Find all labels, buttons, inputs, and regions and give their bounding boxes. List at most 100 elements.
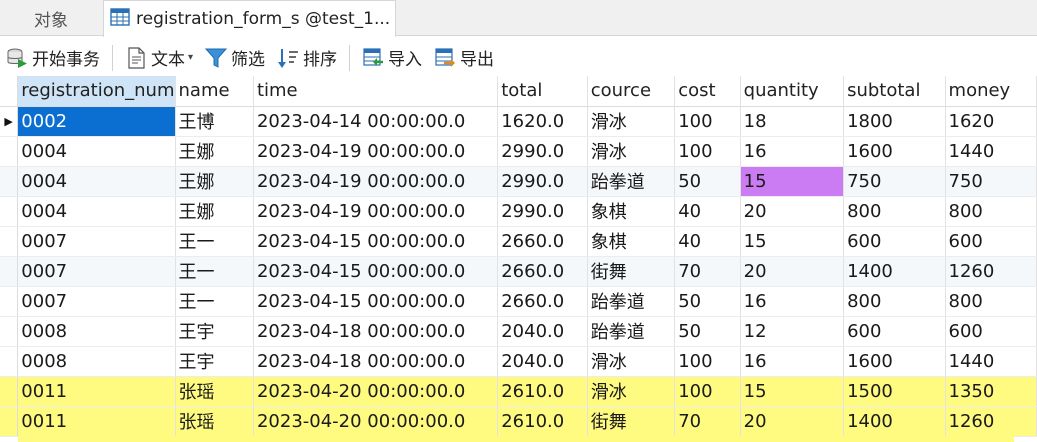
- table-cell[interactable]: 王宇: [175, 346, 254, 377]
- table-cell[interactable]: 600: [843, 226, 946, 257]
- table-cell[interactable]: 12: [740, 316, 845, 347]
- table-cell[interactable]: 600: [843, 316, 946, 347]
- table-cell[interactable]: 王一: [175, 286, 254, 317]
- table-cell[interactable]: 1260: [945, 256, 1037, 287]
- import-button[interactable]: 导入: [356, 42, 428, 74]
- sort-button[interactable]: 排序: [271, 42, 343, 74]
- table-cell[interactable]: 跆拳道: [587, 166, 676, 197]
- table-cell[interactable]: 王娜: [175, 136, 254, 167]
- table-cell[interactable]: 0007: [17, 226, 176, 257]
- row-header[interactable]: [0, 196, 19, 227]
- table-cell[interactable]: 15: [740, 376, 845, 407]
- table-cell[interactable]: 2023-04-15 00:00:00.0: [253, 226, 499, 257]
- row-header[interactable]: [0, 376, 19, 407]
- column-header-name[interactable]: name: [175, 76, 254, 107]
- table-cell[interactable]: 70: [674, 406, 741, 437]
- table-cell[interactable]: 王宇: [175, 316, 254, 347]
- table-cell[interactable]: 0008: [17, 316, 176, 347]
- table-row[interactable]: 0007 王一 2023-04-15 00:00:00.0 2660.0 象棋 …: [0, 226, 1037, 257]
- table-cell[interactable]: 1620.0: [497, 106, 588, 137]
- table-cell[interactable]: 跆拳道: [587, 316, 676, 347]
- table-cell[interactable]: 王娜: [175, 166, 254, 197]
- data-grid[interactable]: registration_num name time total cource …: [0, 76, 1037, 442]
- table-cell[interactable]: 街舞: [587, 256, 676, 287]
- table-cell[interactable]: 王一: [175, 226, 254, 257]
- table-cell[interactable]: 2990.0: [497, 196, 588, 227]
- column-header-subtotal[interactable]: subtotal: [843, 76, 946, 107]
- table-cell[interactable]: 50: [674, 316, 741, 347]
- table-cell[interactable]: 40: [674, 226, 741, 257]
- table-cell[interactable]: 1400: [843, 256, 946, 287]
- table-cell[interactable]: 20: [740, 196, 845, 227]
- table-cell[interactable]: 2660.0: [497, 226, 588, 257]
- table-cell[interactable]: 50: [674, 286, 741, 317]
- table-cell[interactable]: 2023-04-18 00:00:00.0: [253, 346, 499, 377]
- table-cell[interactable]: 1260: [945, 406, 1037, 437]
- tab-objects[interactable]: 对象: [0, 0, 102, 36]
- table-cell[interactable]: 王娜: [175, 196, 254, 227]
- row-header[interactable]: [0, 256, 19, 287]
- table-cell[interactable]: 2023-04-15 00:00:00.0: [253, 256, 499, 287]
- table-cell[interactable]: 2023-04-18 00:00:00.0: [253, 316, 499, 347]
- row-header[interactable]: [0, 226, 19, 257]
- table-cell[interactable]: 滑冰: [587, 346, 676, 377]
- table-cell[interactable]: 0011: [17, 406, 176, 437]
- table-cell[interactable]: 600: [945, 316, 1037, 347]
- table-cell[interactable]: 0002: [17, 106, 176, 137]
- table-cell[interactable]: 2023-04-19 00:00:00.0: [253, 196, 499, 227]
- row-header[interactable]: [0, 136, 19, 167]
- table-row[interactable]: 0004 王娜 2023-04-19 00:00:00.0 2990.0 滑冰 …: [0, 136, 1037, 167]
- table-cell[interactable]: 2610.0: [497, 376, 588, 407]
- table-cell[interactable]: 2040.0: [497, 316, 588, 347]
- table-cell[interactable]: 1800: [843, 106, 946, 137]
- table-cell[interactable]: 800: [843, 196, 946, 227]
- table-cell[interactable]: 2660.0: [497, 256, 588, 287]
- column-header-time[interactable]: time: [253, 76, 499, 107]
- column-header-cource[interactable]: cource: [587, 76, 676, 107]
- table-cell[interactable]: 16: [740, 136, 845, 167]
- table-cell[interactable]: 象棋: [587, 196, 676, 227]
- table-cell[interactable]: 1620: [945, 106, 1037, 137]
- table-cell[interactable]: 2023-04-20 00:00:00.0: [253, 406, 499, 437]
- table-cell[interactable]: 100: [674, 136, 741, 167]
- row-header[interactable]: [0, 346, 19, 377]
- table-cell[interactable]: 16: [740, 286, 845, 317]
- table-cell[interactable]: 15: [740, 226, 845, 257]
- table-cell[interactable]: 0008: [17, 346, 176, 377]
- table-cell[interactable]: 象棋: [587, 226, 676, 257]
- table-cell[interactable]: 2023-04-19 00:00:00.0: [253, 166, 499, 197]
- row-header[interactable]: [0, 286, 19, 317]
- table-row[interactable]: 0007 王一 2023-04-15 00:00:00.0 2660.0 跆拳道…: [0, 286, 1037, 317]
- table-cell-highlighted[interactable]: 15: [740, 166, 845, 197]
- table-cell[interactable]: 1440: [945, 346, 1037, 377]
- table-cell[interactable]: 滑冰: [587, 376, 676, 407]
- table-cell[interactable]: 750: [945, 166, 1037, 197]
- table-row-highlighted[interactable]: 0011 张瑶 2023-04-20 00:00:00.0 2610.0 街舞 …: [0, 406, 1037, 437]
- table-cell[interactable]: 1350: [945, 376, 1037, 407]
- row-header[interactable]: [0, 406, 19, 437]
- table-cell[interactable]: 王一: [175, 256, 254, 287]
- table-cell[interactable]: 1440: [945, 136, 1037, 167]
- table-cell[interactable]: 50: [674, 166, 741, 197]
- table-cell[interactable]: 2023-04-19 00:00:00.0: [253, 136, 499, 167]
- column-header-quantity[interactable]: quantity: [740, 76, 845, 107]
- filter-button[interactable]: 筛选: [199, 42, 271, 74]
- table-cell[interactable]: 滑冰: [587, 106, 676, 137]
- table-cell[interactable]: 800: [945, 196, 1037, 227]
- table-cell[interactable]: 2023-04-15 00:00:00.0: [253, 286, 499, 317]
- table-row[interactable]: 0004 王娜 2023-04-19 00:00:00.0 2990.0 象棋 …: [0, 196, 1037, 227]
- table-cell[interactable]: 40: [674, 196, 741, 227]
- table-cell[interactable]: 600: [945, 226, 1037, 257]
- table-cell[interactable]: 1400: [843, 406, 946, 437]
- table-cell[interactable]: 800: [945, 286, 1037, 317]
- table-cell[interactable]: 16: [740, 346, 845, 377]
- table-cell[interactable]: 20: [740, 256, 845, 287]
- table-cell[interactable]: 100: [674, 376, 741, 407]
- table-row[interactable]: 0008 王宇 2023-04-18 00:00:00.0 2040.0 滑冰 …: [0, 346, 1037, 377]
- table-cell[interactable]: 0004: [17, 136, 176, 167]
- table-cell[interactable]: 0011: [17, 376, 176, 407]
- table-cell[interactable]: 750: [843, 166, 946, 197]
- table-cell[interactable]: 18: [740, 106, 845, 137]
- column-header-registration-num[interactable]: registration_num: [17, 76, 176, 107]
- table-cell[interactable]: 2023-04-20 00:00:00.0: [253, 376, 499, 407]
